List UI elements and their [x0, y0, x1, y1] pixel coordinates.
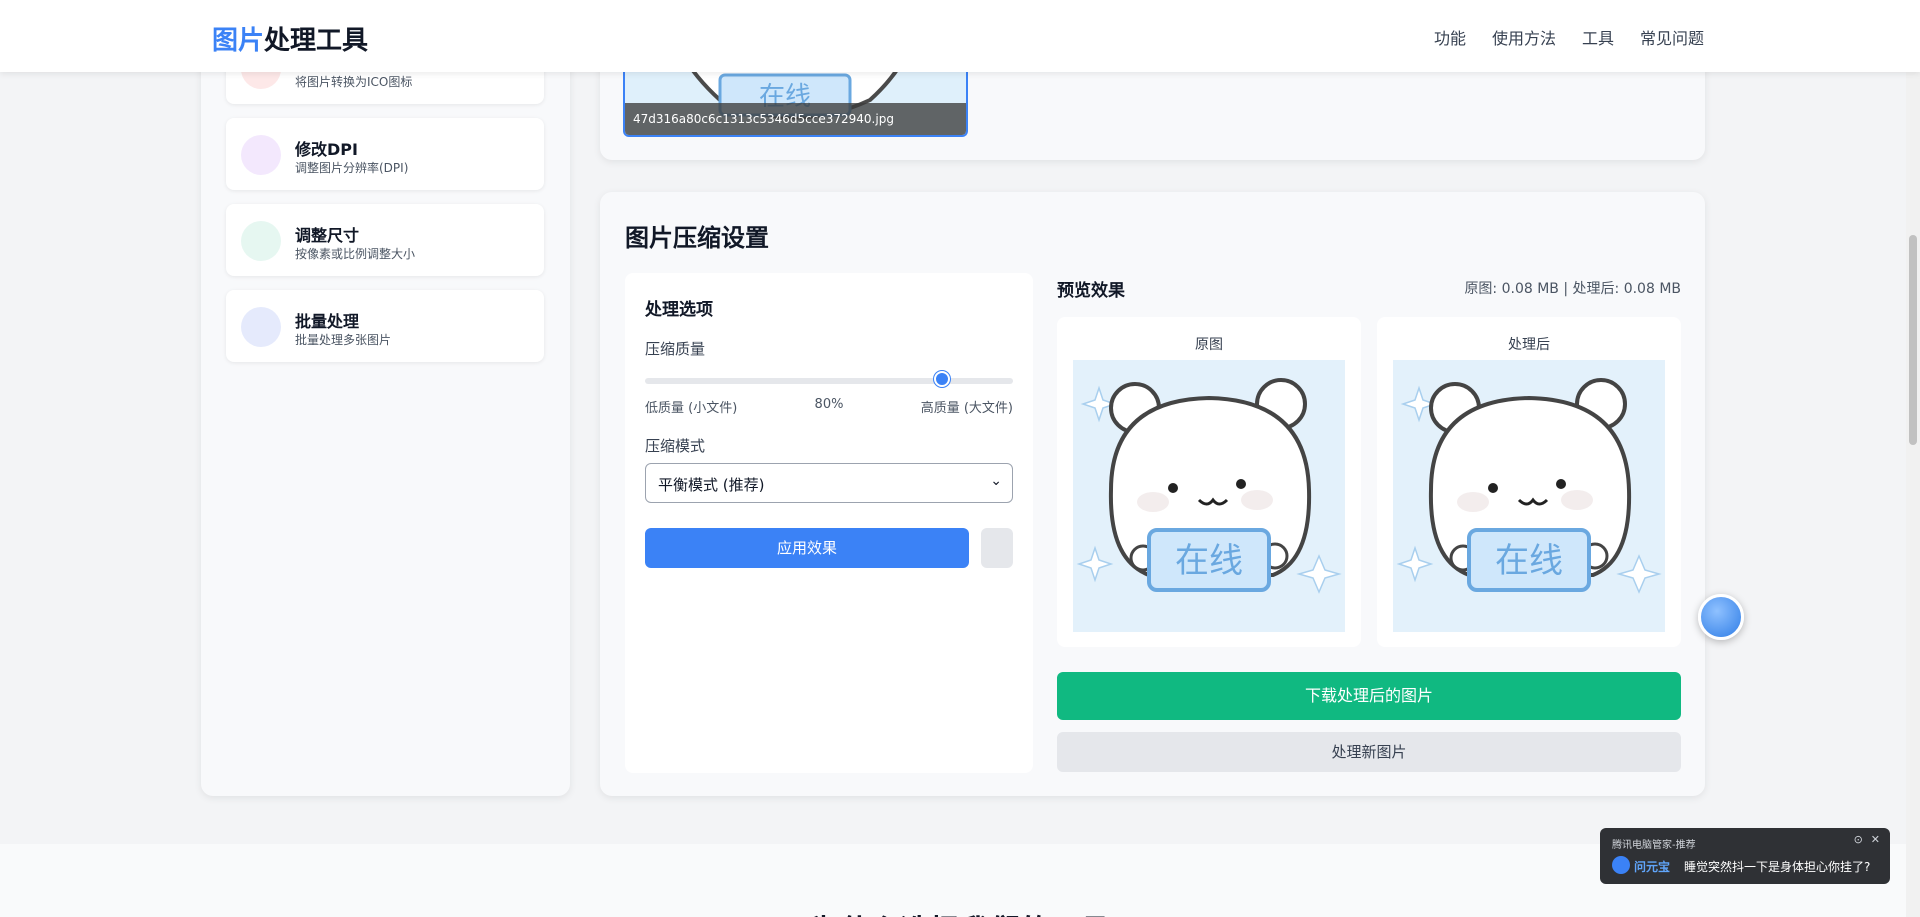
popup-source: 腾讯电脑管家-推荐 [1612, 840, 1696, 851]
nav-faq[interactable]: 常见问题 [1640, 25, 1704, 49]
logo-accent: 图片 [212, 26, 265, 56]
original-image: 在线 [1073, 360, 1345, 632]
chevron-down-icon: ⌄ [990, 473, 1002, 489]
reset-button[interactable] [981, 528, 1013, 568]
download-button[interactable]: 下载处理后的图片 [1057, 672, 1681, 720]
preview-title: 预览效果 [1057, 281, 1125, 301]
nav-tools[interactable]: 工具 [1582, 25, 1614, 49]
mode-label: 压缩模式 [645, 437, 706, 455]
file-size-info: 原图: 0.08 MB | 处理后: 0.08 MB [1464, 281, 1681, 297]
tool-title: 批量处理 [295, 312, 360, 331]
settings-icon[interactable]: ⊙ [1854, 833, 1863, 846]
notification-popup[interactable]: 腾讯电脑管家-推荐 ⊙ ✕ 问元宝 睡觉突然抖一下是身体担心你挂了? [1600, 828, 1890, 884]
processed-preview-card: 处理后 在线 [1377, 317, 1681, 647]
logo-rest: 处理工具 [264, 26, 369, 56]
processed-image: 在线 [1393, 360, 1665, 632]
apply-button[interactable]: 应用效果 [645, 528, 969, 568]
tool-dpi-icon [241, 135, 281, 175]
tool-title: 调整尺寸 [295, 226, 360, 245]
original-label: 原图 [1195, 337, 1223, 353]
thumbnail-filename: 47d316a80c6c1313c5346d5cce372940.jpg [625, 103, 966, 135]
main-nav: 功能 使用方法 工具 常见问题 [1434, 25, 1704, 49]
tool-desc: 批量处理多张图片 [295, 333, 392, 347]
page-scrollbar[interactable] [1906, 0, 1920, 917]
tool-resize-icon [241, 221, 281, 261]
preview-image-text: 在线 [1175, 541, 1243, 581]
tool-desc: 按像素或比例调整大小 [295, 247, 416, 261]
site-header: 图片处理工具 功能 使用方法 工具 常见问题 [0, 0, 1920, 72]
compress-settings-panel: 图片压缩设置 处理选项 压缩质量 低质量 (小文件) 80% 高质量 (大文件)… [600, 192, 1705, 796]
tool-desc: 调整图片分辨率(DPI) [295, 161, 409, 175]
preview-image-text: 在线 [1495, 541, 1563, 581]
floating-assistant-icon[interactable] [1698, 594, 1744, 640]
site-logo[interactable]: 图片处理工具 [212, 20, 368, 57]
quality-label: 压缩质量 [645, 340, 706, 358]
options-card: 处理选项 压缩质量 低质量 (小文件) 80% 高质量 (大文件) 压缩模式 平… [625, 273, 1033, 773]
popup-message: 睡觉突然抖一下是身体担心你挂了? [1684, 860, 1871, 874]
tool-desc: 将图片转换为ICO图标 [295, 75, 413, 89]
popup-controls: ⊙ ✕ [1854, 833, 1880, 846]
compression-mode-select[interactable]: 平衡模式 (推荐) ⌄ [645, 463, 1013, 503]
tool-card-batch[interactable]: 批量处理 批量处理多张图片 [226, 290, 544, 362]
tool-title: 修改DPI [295, 140, 358, 159]
assistant-logo-icon [1612, 856, 1630, 874]
tool-card-dpi[interactable]: 修改DPI 调整图片分辨率(DPI) [226, 118, 544, 190]
scrollbar-thumb[interactable] [1909, 235, 1917, 445]
popup-brand: 问元宝 [1634, 860, 1671, 874]
quality-high-label: 高质量 (大文件) [920, 401, 1013, 416]
quality-slider-track[interactable] [645, 378, 1013, 384]
process-new-button[interactable]: 处理新图片 [1057, 732, 1681, 772]
processed-label: 处理后 [1508, 337, 1550, 353]
mode-selected-value: 平衡模式 (推荐) [658, 476, 765, 494]
nav-how-to-use[interactable]: 使用方法 [1492, 25, 1556, 49]
section-heading: 为什么选择我们的工具 [0, 906, 1920, 917]
tool-card-resize[interactable]: 调整尺寸 按像素或比例调整大小 [226, 204, 544, 276]
tool-sidebar: 将图片转换为ICO图标 修改DPI 调整图片分辨率(DPI) 调整尺寸 按像素或… [201, 0, 570, 796]
options-title: 处理选项 [645, 300, 713, 320]
panel-title: 图片压缩设置 [625, 224, 769, 252]
original-preview-card: 原图 在线 [1057, 317, 1361, 647]
quality-slider-thumb[interactable] [933, 371, 950, 387]
tool-batch-icon [241, 307, 281, 347]
close-icon[interactable]: ✕ [1871, 833, 1880, 846]
nav-features[interactable]: 功能 [1434, 25, 1466, 49]
